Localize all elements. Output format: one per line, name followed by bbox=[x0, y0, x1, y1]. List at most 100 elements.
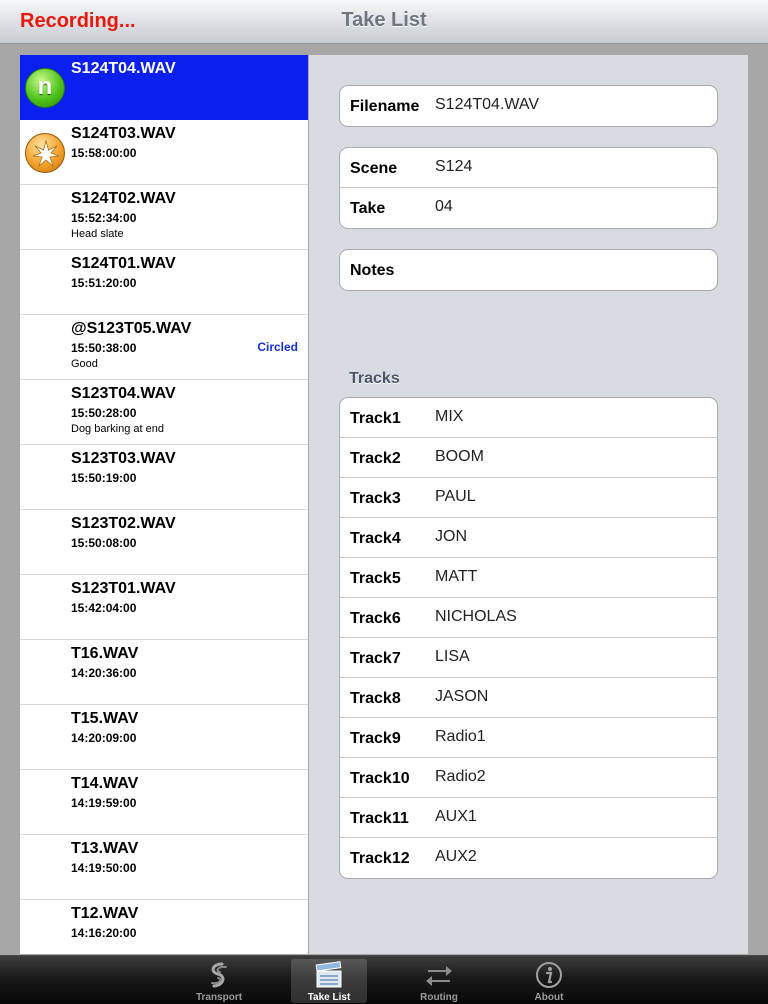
track-row[interactable]: Track5 MATT bbox=[340, 558, 717, 598]
notes-row[interactable]: Notes bbox=[340, 250, 717, 290]
page-title: Take List bbox=[341, 9, 427, 31]
track-row[interactable]: Track9 Radio1 bbox=[340, 718, 717, 758]
track-name-field[interactable]: JON bbox=[435, 528, 467, 546]
notes-label: Notes bbox=[350, 262, 395, 279]
track-name-field[interactable]: AUX2 bbox=[435, 848, 477, 866]
track-name-field[interactable]: BOOM bbox=[435, 448, 484, 466]
take-timecode: 15:50:28:00 bbox=[71, 406, 137, 420]
take-filename: S124T01.WAV bbox=[71, 255, 176, 272]
tab-label: About bbox=[534, 992, 564, 1003]
take-row-s123t04[interactable]: S123T04.WAV 15:50:28:00 Dog barking at e… bbox=[20, 380, 308, 445]
take-list[interactable]: n S124T04.WAV S124T03.WAV 15:58:00:00 S1… bbox=[20, 55, 308, 954]
info-icon bbox=[536, 962, 562, 988]
tracks-group: Track1 MIX Track2 BOOM Track3 PAUL Track4 JO… bbox=[339, 397, 718, 879]
track-label: Track4 bbox=[350, 530, 401, 547]
take-timecode: 14:20:09:00 bbox=[71, 731, 137, 745]
tab-routing[interactable]: Routing bbox=[401, 959, 477, 1003]
take-field[interactable]: 04 bbox=[435, 198, 453, 216]
take-row-s123t05[interactable]: @S123T05.WAV 15:50:38:00 Good Circled bbox=[20, 315, 308, 380]
take-detail-panel: Filename S124T04.WAV Scene S124 Take 04 … bbox=[309, 55, 748, 954]
take-timecode: 14:19:59:00 bbox=[71, 796, 137, 810]
take-row-t16[interactable]: T16.WAV 14:20:36:00 bbox=[20, 640, 308, 705]
take-row-s123t01[interactable]: S123T01.WAV 15:42:04:00 bbox=[20, 575, 308, 640]
track-label: Track8 bbox=[350, 690, 401, 707]
tab-transport[interactable]: Transport bbox=[181, 959, 257, 1003]
tab-label: Routing bbox=[420, 992, 458, 1003]
take-row-s124t04[interactable]: n S124T04.WAV bbox=[20, 55, 308, 120]
take-label: Take bbox=[350, 200, 386, 217]
scene-label: Scene bbox=[350, 160, 398, 177]
take-timecode: 15:50:19:00 bbox=[71, 471, 137, 485]
track-name-field[interactable]: Radio2 bbox=[435, 768, 486, 786]
track-name-field[interactable]: NICHOLAS bbox=[435, 608, 517, 626]
track-label: Track3 bbox=[350, 490, 401, 507]
take-filename: T13.WAV bbox=[71, 840, 139, 857]
track-label: Track12 bbox=[350, 850, 410, 867]
track-row[interactable]: Track4 JON bbox=[340, 518, 717, 558]
take-row-t13[interactable]: T13.WAV 14:19:50:00 bbox=[20, 835, 308, 900]
track-label: Track6 bbox=[350, 610, 401, 627]
take-row-s124t01[interactable]: S124T01.WAV 15:51:20:00 bbox=[20, 250, 308, 315]
track-label: Track7 bbox=[350, 650, 401, 667]
take-timecode: 15:52:34:00 bbox=[71, 211, 137, 225]
take-filename: T15.WAV bbox=[71, 710, 139, 727]
track-name-field[interactable]: Radio1 bbox=[435, 728, 486, 746]
take-timecode: 15:42:04:00 bbox=[71, 601, 137, 615]
tab-label: Transport bbox=[195, 992, 243, 1003]
take-timecode: 15:58:00:00 bbox=[71, 146, 137, 160]
track-row[interactable]: Track7 LISA bbox=[340, 638, 717, 678]
track-name-field[interactable]: AUX1 bbox=[435, 808, 477, 826]
scene-row[interactable]: Scene S124 bbox=[340, 148, 717, 188]
circled-tag: Circled bbox=[257, 340, 298, 354]
scene-field[interactable]: S124 bbox=[435, 158, 472, 176]
take-row[interactable]: Take 04 bbox=[340, 188, 717, 228]
track-row[interactable]: Track11 AUX1 bbox=[340, 798, 717, 838]
clapperboard-icon bbox=[315, 961, 342, 988]
track-row[interactable]: Track2 BOOM bbox=[340, 438, 717, 478]
track-name-field[interactable]: MIX bbox=[435, 408, 463, 426]
track-row[interactable]: Track10 Radio2 bbox=[340, 758, 717, 798]
scene-take-group: Scene S124 Take 04 bbox=[339, 147, 718, 229]
track-row[interactable]: Track12 AUX2 bbox=[340, 838, 717, 878]
take-filename: T16.WAV bbox=[71, 645, 139, 662]
track-row[interactable]: Track1 MIX bbox=[340, 398, 717, 438]
take-note: Dog barking at end bbox=[71, 423, 164, 435]
take-timecode: 15:51:20:00 bbox=[71, 276, 137, 290]
track-name-field[interactable]: PAUL bbox=[435, 488, 476, 506]
take-filename: T12.WAV bbox=[71, 905, 139, 922]
take-timecode: 14:16:20:00 bbox=[71, 926, 137, 940]
track-row[interactable]: Track8 JASON bbox=[340, 678, 717, 718]
tab-take-list[interactable]: Take List bbox=[291, 959, 367, 1003]
track-name-field[interactable]: MATT bbox=[435, 568, 477, 586]
track-label: Track11 bbox=[350, 810, 409, 827]
take-row-t14[interactable]: T14.WAV 14:19:59:00 bbox=[20, 770, 308, 835]
tab-bar: Transport Take List Routing About bbox=[0, 955, 768, 1004]
tracks-section-title: Tracks bbox=[349, 370, 400, 387]
take-filename: S124T03.WAV bbox=[71, 125, 176, 142]
transport-icon bbox=[211, 962, 227, 988]
take-filename: S124T02.WAV bbox=[71, 190, 176, 207]
take-row-t15[interactable]: T15.WAV 14:20:09:00 bbox=[20, 705, 308, 770]
track-name-field[interactable]: LISA bbox=[435, 648, 470, 666]
take-filename: S123T04.WAV bbox=[71, 385, 176, 402]
take-row-s123t03[interactable]: S123T03.WAV 15:50:19:00 bbox=[20, 445, 308, 510]
take-timecode: 14:19:50:00 bbox=[71, 861, 137, 875]
take-filename: S123T02.WAV bbox=[71, 515, 176, 532]
track-row[interactable]: Track6 NICHOLAS bbox=[340, 598, 717, 638]
tab-about[interactable]: About bbox=[511, 959, 587, 1003]
take-note: Head slate bbox=[71, 228, 124, 240]
new-take-badge-icon: n bbox=[25, 68, 65, 108]
take-timecode: 15:50:38:00 bbox=[71, 341, 137, 355]
filename-value: S124T04.WAV bbox=[435, 96, 540, 113]
track-row[interactable]: Track3 PAUL bbox=[340, 478, 717, 518]
take-filename: S124T04.WAV bbox=[71, 60, 176, 77]
track-label: Track2 bbox=[350, 450, 401, 467]
take-filename: T14.WAV bbox=[71, 775, 139, 792]
take-row-t12[interactable]: T12.WAV 14:16:20:00 bbox=[20, 900, 308, 954]
track-name-field[interactable]: JASON bbox=[435, 688, 488, 706]
filename-row[interactable]: Filename S124T04.WAV bbox=[340, 86, 717, 126]
track-label: Track5 bbox=[350, 570, 401, 587]
take-row-s124t03[interactable]: S124T03.WAV 15:58:00:00 bbox=[20, 120, 308, 185]
take-row-s124t02[interactable]: S124T02.WAV 15:52:34:00 Head slate bbox=[20, 185, 308, 250]
take-row-s123t02[interactable]: S123T02.WAV 15:50:08:00 bbox=[20, 510, 308, 575]
